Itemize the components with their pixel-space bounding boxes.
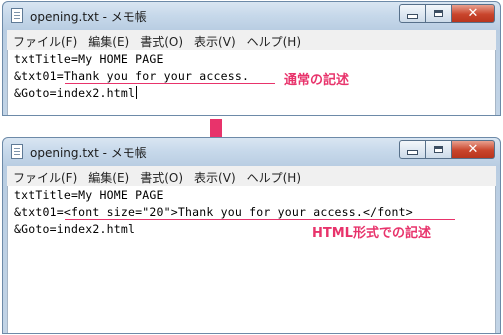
text-caret: [136, 86, 138, 99]
annotation-underline: [65, 219, 455, 220]
menu-edit[interactable]: 編集(E): [82, 166, 134, 186]
text-line-3: &Goto=index2.html: [14, 86, 138, 100]
close-button[interactable]: ✕: [452, 140, 495, 159]
window-controls: ✕: [399, 140, 495, 160]
menu-view[interactable]: 表示(V): [188, 30, 241, 50]
text-line-3-content: &Goto=index2.html: [14, 86, 136, 100]
close-icon: ✕: [467, 142, 479, 157]
maximize-button[interactable]: [426, 4, 452, 23]
menu-file[interactable]: ファイル(F): [7, 166, 82, 186]
menu-edit[interactable]: 編集(E): [82, 30, 134, 50]
notepad-window-top: opening.txt - メモ帳 ✕ ファイル(F) 編集(E) 書式(O) …: [2, 1, 501, 116]
menu-bar: ファイル(F) 編集(E) 書式(O) 表示(V) ヘルプ(H): [7, 166, 496, 187]
annotation-label: 通常の記述: [284, 73, 350, 88]
window-title: opening.txt - メモ帳: [30, 146, 147, 160]
menu-format[interactable]: 書式(O): [134, 166, 188, 186]
text-line-2: &txt01=<font size="20">Thank you for you…: [14, 205, 413, 219]
minimize-icon: [407, 14, 418, 19]
minimize-icon: [407, 150, 418, 155]
text-line-1: txtTitle=My HOME PAGE: [14, 188, 164, 202]
menu-file[interactable]: ファイル(F): [7, 30, 82, 50]
text-line-2: &txt01=Thank you for your access.: [14, 69, 250, 83]
annotation-label: HTML形式での記述: [312, 226, 431, 241]
maximize-icon: [434, 10, 443, 17]
menu-bar: ファイル(F) 編集(E) 書式(O) 表示(V) ヘルプ(H): [7, 30, 496, 51]
menu-view[interactable]: 表示(V): [188, 166, 241, 186]
notepad-document-icon: [11, 144, 23, 159]
maximize-button[interactable]: [426, 140, 452, 159]
text-editor-area[interactable]: txtTitle=My HOME PAGE &txt01=Thank you f…: [7, 50, 496, 115]
window-controls: ✕: [399, 4, 495, 24]
close-icon: ✕: [467, 6, 479, 21]
menu-help[interactable]: ヘルプ(H): [241, 30, 306, 50]
text-line-3: &Goto=index2.html: [14, 222, 136, 236]
text-editor-area[interactable]: txtTitle=My HOME PAGE &txt01=<font size=…: [7, 186, 496, 333]
title-bar[interactable]: opening.txt - メモ帳 ✕: [3, 138, 500, 166]
close-button[interactable]: ✕: [452, 4, 495, 23]
maximize-icon: [434, 146, 443, 153]
minimize-button[interactable]: [399, 140, 426, 159]
text-line-1: txtTitle=My HOME PAGE: [14, 52, 164, 66]
annotation-underline: [65, 83, 275, 84]
notepad-window-bottom: opening.txt - メモ帳 ✕ ファイル(F) 編集(E) 書式(O) …: [2, 137, 501, 334]
menu-format[interactable]: 書式(O): [134, 30, 188, 50]
minimize-button[interactable]: [399, 4, 426, 23]
window-title: opening.txt - メモ帳: [30, 10, 147, 24]
title-bar[interactable]: opening.txt - メモ帳 ✕: [3, 2, 500, 30]
notepad-document-icon: [11, 8, 23, 23]
menu-help[interactable]: ヘルプ(H): [241, 166, 306, 186]
